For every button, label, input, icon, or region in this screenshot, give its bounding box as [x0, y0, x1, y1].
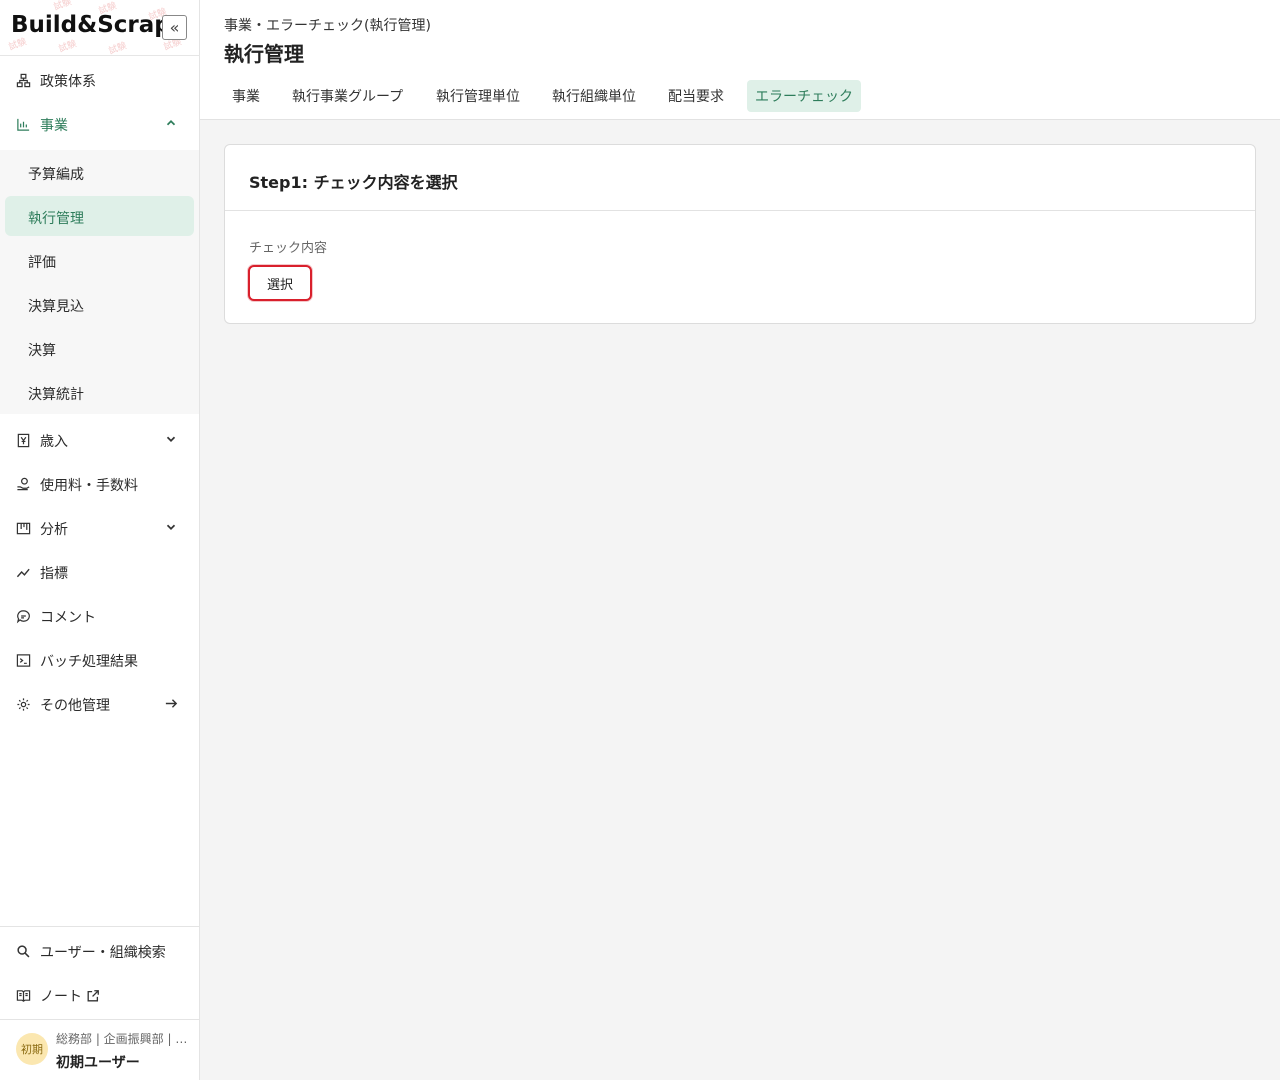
chevron-up-icon [164, 116, 180, 132]
sidebar-item-batch-results[interactable]: バッチ処理結果 [0, 638, 199, 682]
step1-card: Step1: チェック内容を選択 チェック内容 選択 [224, 144, 1256, 324]
page-title: 執行管理 [224, 42, 304, 66]
sidebar-item-notes[interactable]: ノート [0, 973, 199, 1017]
sidebar-item-fees[interactable]: 使用料・手数料 [0, 462, 199, 506]
sidebar-subitem-execution[interactable]: 執行管理 [5, 196, 194, 236]
sidebar-item-label: バッチ処理結果 [40, 654, 138, 670]
sidebar-item-indicators[interactable]: 指標 [0, 550, 199, 594]
app-logo: Build&Scrap [11, 12, 171, 38]
tab-allocation-request[interactable]: 配当要求 [660, 80, 732, 112]
sidebar-divider [0, 926, 199, 927]
sidebar-item-label-wrap: ノート [40, 986, 100, 1006]
logo-row: 試験 試験 試験 試験 試験 試験 試験 Build&Scrap « [0, 0, 200, 56]
yen-document-icon [15, 432, 31, 448]
tab-execution-group[interactable]: 執行事業グループ [284, 80, 411, 112]
select-check-content-button[interactable]: 選択 [248, 265, 312, 301]
hierarchy-icon [15, 72, 31, 88]
tab-business[interactable]: 事業 [224, 80, 268, 112]
avatar: 初期 [16, 1033, 48, 1065]
book-icon [15, 987, 31, 1003]
user-department: 総務部 | 企画振興部 | … [56, 1032, 186, 1046]
user-name: 初期ユーザー [56, 1055, 140, 1071]
sidebar-subitem-budget[interactable]: 予算編成 [0, 152, 199, 192]
sidebar-subitem-settlement-stats[interactable]: 決算統計 [0, 372, 199, 412]
sidebar-subitem-label: 決算見込 [28, 299, 84, 315]
sidebar-item-label: ノート [40, 989, 82, 1005]
sidebar-item-policy[interactable]: 政策体系 [0, 58, 199, 102]
sidebar-item-label: コメント [40, 610, 96, 626]
breadcrumb: 事業・エラーチェック(執行管理) [224, 18, 431, 34]
sidebar-item-label: 指標 [40, 566, 68, 582]
gear-icon [15, 696, 31, 712]
sidebar-subitem-label: 執行管理 [28, 211, 84, 227]
sidebar-subitem-label: 決算 [28, 343, 56, 359]
card-title: Step1: チェック内容を選択 [249, 173, 458, 192]
sidebar-subitem-label: 決算統計 [28, 387, 84, 403]
svg-text:試験: 試験 [52, 0, 73, 13]
user-profile[interactable]: 初期 総務部 | 企画振興部 | … 初期ユーザー [0, 1020, 199, 1080]
collapse-sidebar-button[interactable]: « [162, 15, 187, 40]
sidebar-subitem-settlement[interactable]: 決算 [0, 328, 199, 368]
sidebar-item-label: 事業 [40, 118, 68, 134]
trend-line-icon [15, 564, 31, 580]
tab-error-check[interactable]: エラーチェック [747, 80, 861, 112]
chevron-down-icon [164, 432, 180, 448]
svg-text:試験: 試験 [107, 39, 128, 56]
tab-execution-unit[interactable]: 執行管理単位 [428, 80, 528, 112]
sidebar-item-other-admin[interactable]: その他管理 [0, 682, 199, 726]
sidebar-item-analysis[interactable]: 分析 [0, 506, 199, 550]
sidebar-item-comments[interactable]: コメント [0, 594, 199, 638]
check-content-label: チェック内容 [249, 241, 328, 256]
tab-execution-org-unit[interactable]: 執行組織単位 [544, 80, 644, 112]
sidebar-item-label: 歳入 [40, 434, 68, 450]
sidebar-item-label: 分析 [40, 522, 68, 538]
sidebar-item-user-org-search[interactable]: ユーザー・組織検索 [0, 929, 199, 973]
sidebar-item-label: 使用料・手数料 [40, 478, 138, 494]
sidebar-subitem-label: 予算編成 [28, 167, 84, 183]
hand-coin-icon [15, 476, 31, 492]
sidebar-item-business[interactable]: 事業 [0, 102, 199, 146]
sidebar-item-label: 政策体系 [40, 74, 96, 90]
board-icon [15, 520, 31, 536]
search-icon [15, 943, 31, 959]
sidebar-subitem-evaluation[interactable]: 評価 [0, 240, 199, 280]
chevron-down-icon [164, 520, 180, 536]
sidebar: 試験 試験 試験 試験 試験 試験 試験 Build&Scrap « 政策体系 [0, 0, 200, 1080]
bar-chart-icon [15, 116, 31, 132]
sidebar-item-revenue[interactable]: 歳入 [0, 418, 199, 462]
sidebar-subitem-label: 評価 [28, 255, 56, 271]
svg-text:試験: 試験 [57, 37, 78, 54]
sidebar-item-label: ユーザー・組織検索 [40, 945, 166, 961]
main-header: 事業・エラーチェック(執行管理) 執行管理 事業 執行事業グループ 執行管理単位… [200, 0, 1280, 120]
external-link-icon [87, 990, 99, 1002]
terminal-icon [15, 652, 31, 668]
comment-icon [15, 608, 31, 624]
sidebar-item-label: その他管理 [40, 698, 110, 714]
arrow-right-icon [164, 696, 180, 712]
sidebar-subitem-settlement-forecast[interactable]: 決算見込 [0, 284, 199, 324]
business-submenu: 予算編成 執行管理 評価 決算見込 決算 決算統計 [0, 150, 199, 414]
card-divider [225, 210, 1255, 211]
